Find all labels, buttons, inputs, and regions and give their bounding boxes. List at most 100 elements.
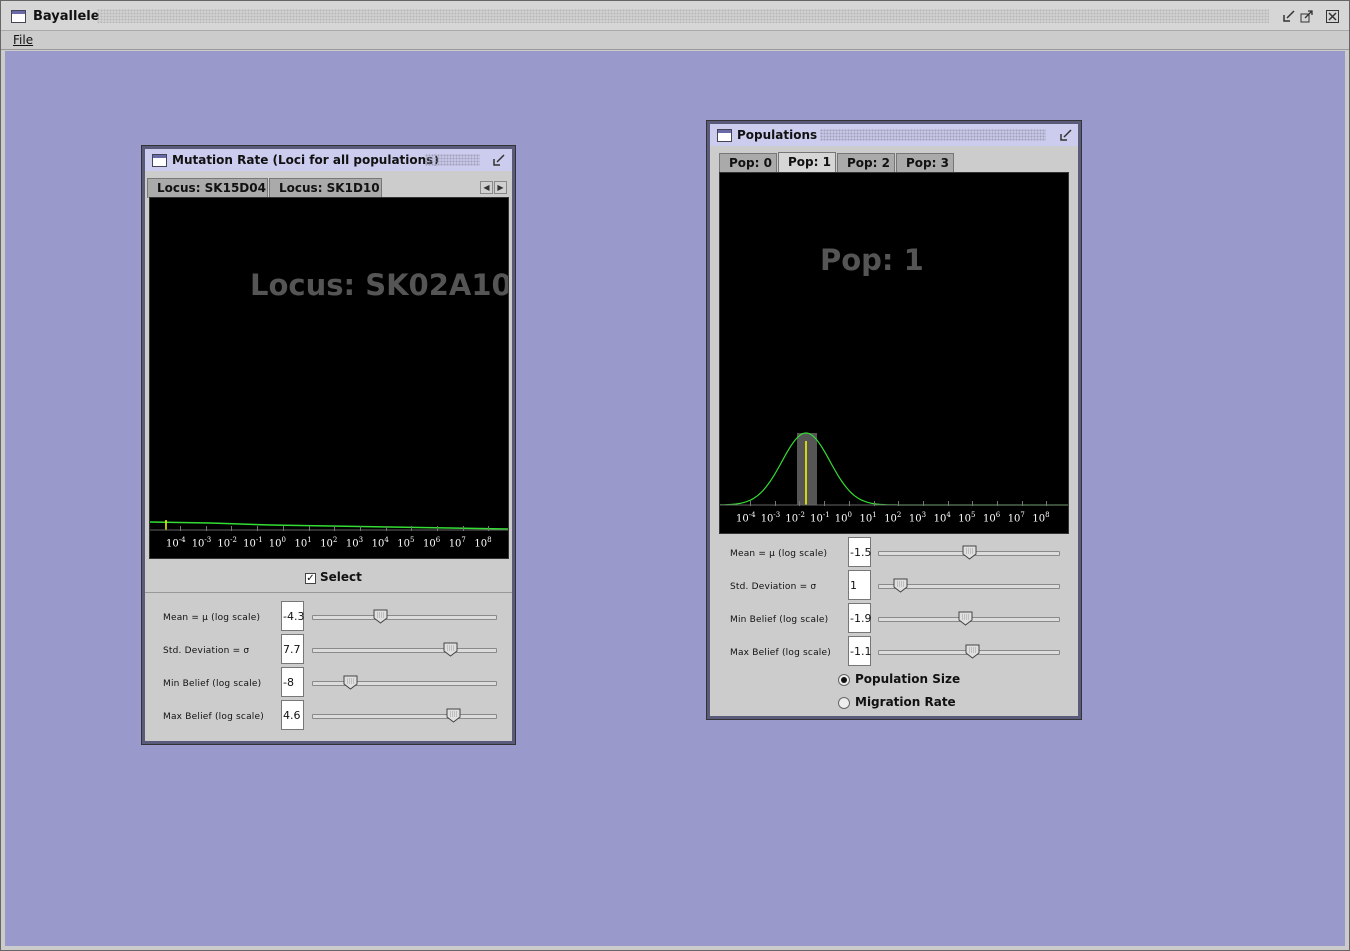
tab-scroll-right-icon[interactable]: ▶ <box>494 181 507 194</box>
select-checkbox[interactable]: ✓ <box>305 573 316 584</box>
param-value-field[interactable]: -1.9 <box>848 603 871 633</box>
select-label: Select <box>320 570 362 584</box>
app-titlebar[interactable]: Bayallele <box>1 1 1349 31</box>
tab-pop-1[interactable]: Pop: 1 <box>778 152 836 173</box>
x-tick-label: 107 <box>1007 511 1025 525</box>
x-tick-label: 101 <box>294 536 312 550</box>
x-tick-label: 105 <box>958 511 976 525</box>
x-tick-mark <box>308 526 310 531</box>
slider-thumb[interactable] <box>962 545 977 560</box>
param-label: Std. Deviation = σ <box>730 582 817 592</box>
population-size-label: Population Size <box>855 672 961 686</box>
param-label: Mean = μ (log scale) <box>730 549 828 559</box>
tab-locus-sk15d04[interactable]: Locus: SK15D04 <box>147 178 268 198</box>
x-tick-mark <box>334 526 336 531</box>
menu-file[interactable]: File <box>13 33 33 47</box>
x-tick-mark <box>824 501 826 506</box>
slider-thumb[interactable] <box>443 642 458 657</box>
populations-window: Populations Pop: 0 Pop: 1 Pop: 2 Pop: 3 … <box>707 121 1081 719</box>
x-tick-label: 100 <box>834 511 852 525</box>
x-tick-label: 10-4 <box>736 511 756 525</box>
tab-pop-2[interactable]: Pop: 2 <box>837 153 895 173</box>
slider-thumb[interactable] <box>373 609 388 624</box>
x-tick-label: 102 <box>884 511 902 525</box>
x-tick-label: 10-2 <box>785 511 805 525</box>
x-tick-mark <box>282 526 284 531</box>
param-value-field[interactable]: -1.1 <box>848 636 871 666</box>
x-tick-label: 10-1 <box>243 536 263 550</box>
x-tick-mark <box>257 526 259 531</box>
app-title: Bayallele <box>33 9 100 24</box>
x-tick-label: 103 <box>345 536 364 550</box>
slider-thumb[interactable] <box>893 578 908 593</box>
x-tick-mark <box>205 526 207 531</box>
minimize-icon[interactable] <box>1281 9 1296 24</box>
x-tick-label: 108 <box>1032 511 1050 525</box>
migration-rate-radio[interactable] <box>838 697 850 709</box>
tab-scroll-left-icon[interactable]: ◀ <box>480 181 493 194</box>
x-tick-mark <box>997 501 998 506</box>
slider-thumb[interactable] <box>446 708 461 723</box>
x-tick-label: 102 <box>320 536 338 550</box>
param-slider[interactable] <box>312 681 497 686</box>
x-tick-label: 103 <box>908 511 927 525</box>
menubar: File <box>1 31 1349 50</box>
x-tick-mark <box>947 501 949 506</box>
mutation-window-titlebar[interactable]: Mutation Rate (Loci for all populations) <box>145 149 512 171</box>
x-tick-mark <box>180 526 181 531</box>
populations-window-title: Populations <box>737 128 818 142</box>
param-value-field[interactable]: 7.7 <box>281 634 304 664</box>
populations-window-titlebar[interactable]: Populations <box>710 124 1078 146</box>
x-tick-mark <box>231 526 233 531</box>
maximize-icon[interactable] <box>1299 9 1314 24</box>
x-tick-mark <box>972 501 974 506</box>
population-plot: Pop: 1 10-4 10-3 10-2 10-1 100 101 102 103 104 10… <box>719 172 1069 534</box>
x-tick-label: 10-1 <box>810 511 830 525</box>
titlebar-texture <box>820 129 1046 141</box>
x-tick-mark <box>1021 501 1023 506</box>
x-tick-mark <box>1046 501 1048 506</box>
slider-thumb[interactable] <box>965 644 980 659</box>
x-tick-label: 106 <box>983 511 1001 525</box>
param-label: Min Belief (log scale) <box>730 615 829 625</box>
param-label: Max Belief (log scale) <box>730 648 831 658</box>
population-size-radio[interactable] <box>838 674 850 686</box>
close-icon[interactable] <box>1325 9 1340 24</box>
tab-pop-0[interactable]: Pop: 0 <box>719 153 777 173</box>
x-tick-mark <box>411 526 413 531</box>
titlebar-texture <box>97 9 1269 23</box>
slider-thumb[interactable] <box>343 675 358 690</box>
slider-thumb[interactable] <box>958 611 973 626</box>
x-tick-label: 104 <box>933 511 951 525</box>
param-slider[interactable] <box>312 615 497 620</box>
tab-pop-3[interactable]: Pop: 3 <box>896 153 954 173</box>
param-slider[interactable] <box>312 714 497 719</box>
x-tick-mark <box>774 501 776 506</box>
minimize-icon[interactable] <box>1058 128 1073 143</box>
x-tick-label: 105 <box>397 536 415 550</box>
window-icon <box>152 154 167 167</box>
param-label: Mean = μ (log scale) <box>163 613 261 623</box>
mutation-plot: Locus: SK02A10 10-4 10-3 10-2 10-1 100 101 102… <box>149 197 509 559</box>
x-tick-label: 107 <box>448 536 466 550</box>
param-value-field[interactable]: -8 <box>281 667 304 697</box>
tab-locus-sk1d10[interactable]: Locus: SK1D10 <box>269 178 382 198</box>
x-tick-label: 10-2 <box>217 536 237 550</box>
param-slider[interactable] <box>312 648 497 653</box>
x-tick-label: 108 <box>474 536 492 550</box>
param-value-field[interactable]: -4.3 <box>281 601 304 631</box>
x-tick-mark <box>898 501 900 506</box>
param-value-field[interactable]: -1.5 <box>848 537 871 567</box>
param-value-field[interactable]: 4.6 <box>281 700 304 730</box>
x-tick-label: 10-3 <box>760 511 781 525</box>
x-tick-mark <box>750 501 751 506</box>
belief-band <box>797 433 817 505</box>
x-tick-mark <box>385 526 387 531</box>
x-tick-mark <box>462 526 464 531</box>
x-tick-label: 101 <box>859 511 877 525</box>
minimize-icon[interactable] <box>491 153 506 168</box>
param-value-field[interactable]: 1 <box>848 570 871 600</box>
migration-rate-label: Migration Rate <box>855 695 956 709</box>
mutation-rate-window: Mutation Rate (Loci for all populations)… <box>142 146 515 744</box>
divider <box>145 592 512 593</box>
